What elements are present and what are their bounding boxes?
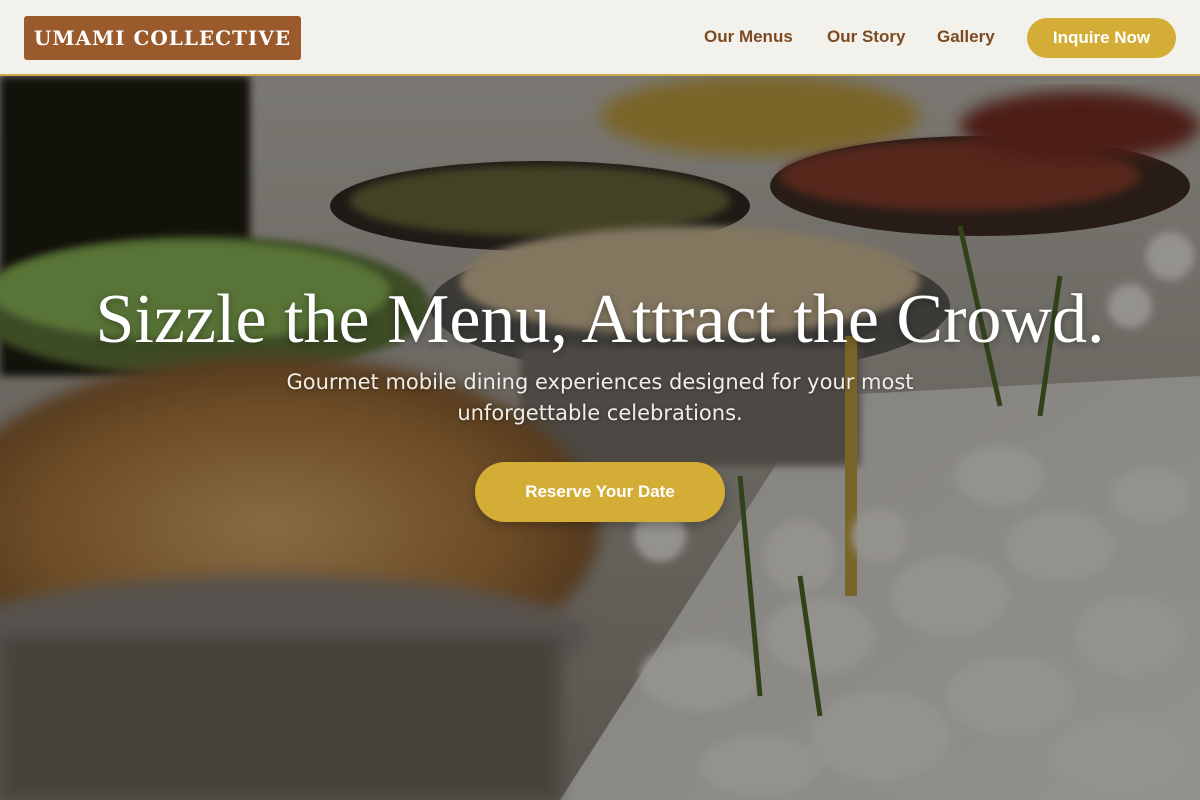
- inquire-now-button[interactable]: Inquire Now: [1027, 18, 1176, 58]
- brand-logo[interactable]: UMAMI COLLECTIVE: [24, 16, 301, 60]
- reserve-your-date-button[interactable]: Reserve Your Date: [475, 462, 725, 522]
- hero-title: Sizzle the Menu, Attract the Crowd.: [95, 281, 1105, 358]
- hero-section: Sizzle the Menu, Attract the Crowd. Gour…: [0, 76, 1200, 800]
- hero-dark-overlay: [0, 76, 1200, 800]
- nav-link-gallery[interactable]: Gallery: [937, 26, 995, 48]
- hero-subtitle: Gourmet mobile dining experiences design…: [286, 370, 914, 425]
- nav-link-our-story[interactable]: Our Story: [827, 26, 905, 48]
- landing-page: UMAMI COLLECTIVE Our Menus Our Story Gal…: [0, 0, 1200, 800]
- nav-link-our-menus[interactable]: Our Menus: [704, 26, 793, 48]
- site-header: UMAMI COLLECTIVE Our Menus Our Story Gal…: [0, 0, 1200, 76]
